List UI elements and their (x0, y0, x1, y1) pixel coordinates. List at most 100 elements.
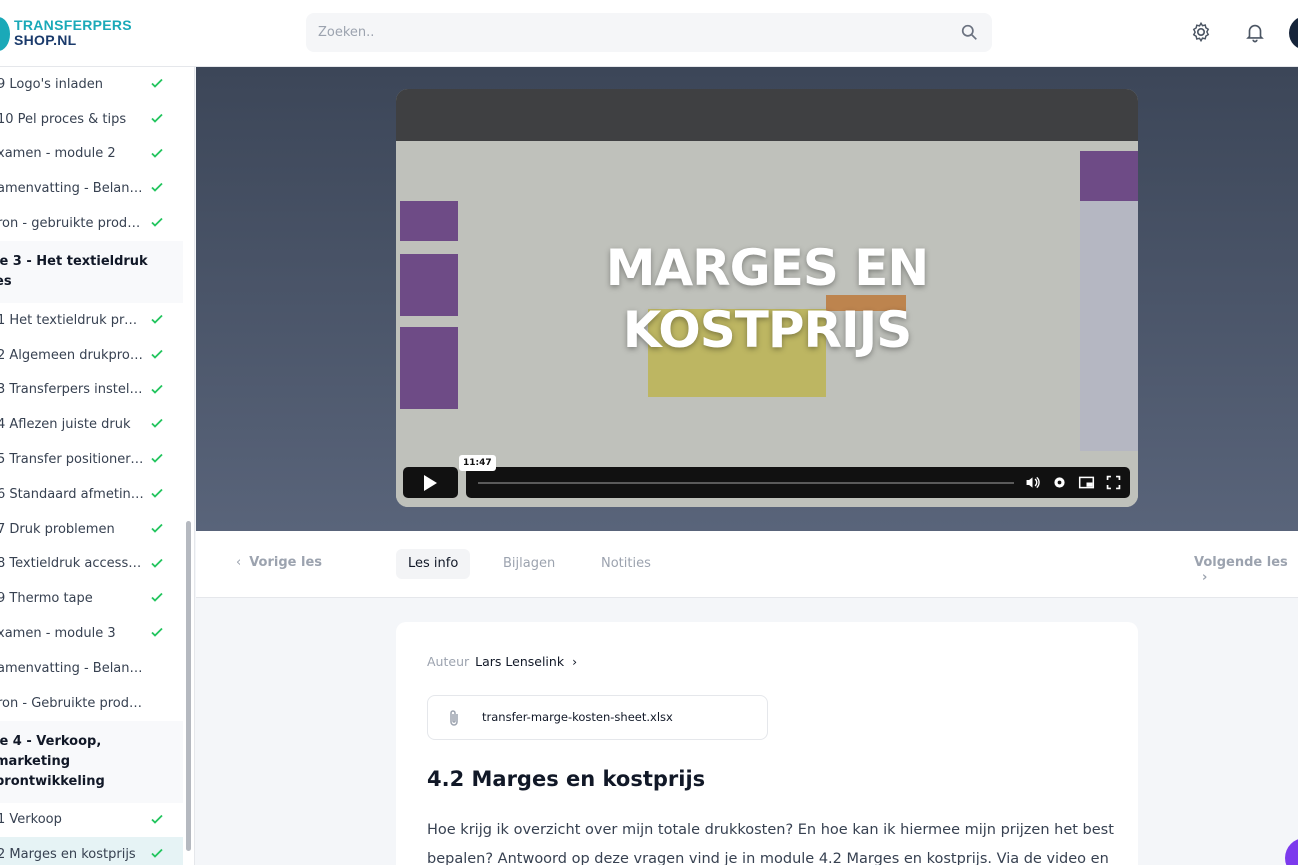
checkmark-icon (151, 849, 163, 859)
sidebar-lesson-label: 3 Transferpers instellingen (0, 382, 145, 398)
checkmark-icon (151, 349, 163, 359)
checkmark-icon (151, 488, 163, 498)
chevron-left-icon: ‹ (236, 555, 242, 570)
previous-lesson-button[interactable]: ‹ Vorige les (236, 555, 322, 570)
sidebar-lesson-item[interactable]: 8 Textieldruk accessoires (0, 547, 183, 582)
sidebar-lesson-item[interactable]: 6 Standaard afmetingen (0, 477, 183, 512)
lesson-info-card: Auteur Lars Lenselink › transfer-marge-kos… (396, 622, 1138, 865)
lesson-nav-bar: ‹ Vorige les Les info Bijlagen Notities … (196, 531, 1298, 598)
sidebar-lesson-item[interactable]: 3 Transferpers instellingen (0, 373, 183, 408)
sidebar-lesson-item[interactable]: amenvatting - Belangrijkste punten (0, 171, 183, 206)
picture-in-picture-icon[interactable] (1078, 474, 1095, 491)
volume-icon[interactable] (1024, 474, 1041, 491)
sidebar-module-header[interactable]: le 3 - Het textieldrukes (0, 240, 183, 303)
sidebar-lesson-label: 9 Logo's inladen (0, 76, 103, 92)
sidebar-lesson-item[interactable]: 1 Verkoop (0, 803, 183, 838)
sidebar-lesson-item[interactable]: 10 Pel proces & tips (0, 102, 183, 137)
sidebar-lesson-label: 2 Marges en kostprijs (0, 847, 136, 863)
sidebar-lesson-item[interactable]: xamen - module 3 (0, 616, 183, 651)
sidebar-lesson-label: amenvatting - Belangrijkste punten (0, 181, 145, 197)
sidebar-lesson-label: 9 Thermo tape (0, 591, 93, 607)
checkmark-icon (151, 78, 163, 88)
checkmark-icon (151, 419, 163, 429)
sidebar-lesson-item[interactable]: 7 Druk problemen (0, 512, 183, 547)
video-title: MARGES EN KOSTPRIJS (605, 239, 930, 359)
video-player[interactable]: MARGES EN KOSTPRIJS 11:47 (396, 89, 1138, 507)
checkmark-icon (151, 558, 163, 568)
sidebar-lesson-item[interactable]: ron - Gebruikte producten (0, 686, 183, 721)
sidebar-lesson-item[interactable]: 1 Het textieldruk proces (0, 303, 183, 338)
sidebar-lesson-item[interactable]: 2 Algemeen drukproces (0, 338, 183, 373)
settings-icon[interactable] (1051, 474, 1068, 491)
sidebar-lesson-label: amenvatting - Belangrijkste punten (0, 660, 145, 676)
search-icon[interactable] (961, 24, 978, 41)
paperclip-icon (450, 710, 458, 726)
lesson-list: 9 Logo's inladen 10 Pel proces & tips xame… (0, 67, 183, 865)
chat-button[interactable] (1285, 838, 1298, 865)
sidebar-lesson-item[interactable]: 9 Thermo tape (0, 581, 183, 616)
sidebar-lesson-item[interactable]: ron - gebruikte producten (0, 206, 183, 241)
checkmark-icon (151, 628, 163, 637)
lesson-description: Hoe krijg ik overzicht over mijn totale … (427, 822, 1114, 865)
sidebar-lesson-item[interactable]: 2 Marges en kostprijs (0, 837, 183, 865)
logo-line1: TRANSFERPERS (14, 17, 132, 33)
sidebar-module-header[interactable]: le 4 - Verkoop, marketing prontwikkeling (0, 720, 183, 803)
author-name[interactable]: Lars Lenselink (475, 654, 564, 669)
checkmark-icon (151, 148, 163, 158)
sidebar-lesson-item[interactable]: 4 Aflezen juiste druk (0, 407, 183, 442)
sidebar-lesson-item[interactable]: amenvatting - Belangrijkste punten (0, 651, 183, 686)
course-sidebar: 9 Logo's inladen 10 Pel proces & tips xame… (0, 67, 195, 865)
search-bar (306, 13, 992, 52)
video-controls (466, 467, 1130, 498)
sidebar-scrollbar[interactable] (186, 521, 191, 851)
sidebar-lesson-label: ron - Gebruikte producten (0, 695, 145, 711)
tab-notities[interactable]: Notities (589, 549, 663, 579)
avatar[interactable] (1289, 16, 1298, 50)
fullscreen-icon[interactable] (1105, 474, 1122, 491)
search-input[interactable] (306, 13, 946, 52)
gear-icon[interactable] (1190, 21, 1212, 43)
checkmark-icon (151, 454, 163, 463)
sidebar-lesson-label: xamen - module 3 (0, 626, 116, 642)
sidebar-lesson-label: 2 Algemeen drukproces (0, 347, 145, 363)
sidebar-lesson-item[interactable]: 9 Logo's inladen (0, 67, 183, 102)
logo-line2: SHOP.NL (14, 32, 77, 48)
sidebar-lesson-label: 10 Pel proces & tips (0, 111, 127, 127)
tab-bijlagen[interactable]: Bijlagen (491, 549, 567, 579)
checkmark-icon (151, 593, 163, 603)
sidebar-lesson-label: 5 Transfer positioneren (0, 452, 145, 468)
bell-icon[interactable] (1244, 21, 1266, 43)
checkmark-icon (151, 384, 163, 394)
lesson-title: 4.2 Marges en kostprijs (427, 767, 706, 791)
checkmark-icon (151, 113, 163, 123)
video-timecode: 11:47 (459, 455, 496, 471)
sidebar-lesson-label: xamen - module 2 (0, 146, 116, 162)
top-header: TRANSFERPERS SHOP.NL (0, 0, 1298, 67)
sidebar-lesson-label: 6 Standaard afmetingen (0, 486, 145, 502)
sidebar-lesson-item[interactable]: xamen - module 2 (0, 137, 183, 172)
tab-les-info[interactable]: Les info (396, 549, 471, 579)
attachment-filename: transfer-marge-kosten-sheet.xlsx (482, 710, 673, 724)
checkmark-icon (151, 814, 163, 824)
attachment-file[interactable]: transfer-marge-kosten-sheet.xlsx (427, 695, 768, 740)
chevron-right-icon: › (572, 654, 578, 669)
sidebar-lesson-label: 4 Aflezen juiste druk (0, 417, 131, 433)
video-progress-bar[interactable] (478, 482, 1014, 484)
play-icon (424, 475, 437, 491)
video-area: MARGES EN KOSTPRIJS 11:47 (196, 67, 1298, 531)
checkmark-icon (151, 314, 163, 324)
sidebar-lesson-item[interactable]: 5 Transfer positioneren (0, 442, 183, 477)
play-button[interactable] (403, 467, 458, 498)
author-row[interactable]: Auteur Lars Lenselink › (427, 654, 577, 669)
sidebar-lesson-label: 7 Druk problemen (0, 521, 115, 537)
sidebar-lesson-label: ron - gebruikte producten (0, 216, 145, 232)
next-lesson-button[interactable]: Volgende les › (1194, 555, 1298, 585)
sidebar-lesson-label: 8 Textieldruk accessoires (0, 556, 145, 572)
sidebar-lesson-label: 1 Verkoop (0, 812, 62, 828)
checkmark-icon (151, 218, 163, 227)
sidebar-lesson-label: 1 Het textieldruk proces (0, 312, 145, 328)
checkmark-icon (151, 523, 163, 533)
checkmark-icon (151, 183, 163, 193)
logo-mark-icon (0, 17, 10, 51)
chevron-right-icon: › (1202, 570, 1208, 585)
